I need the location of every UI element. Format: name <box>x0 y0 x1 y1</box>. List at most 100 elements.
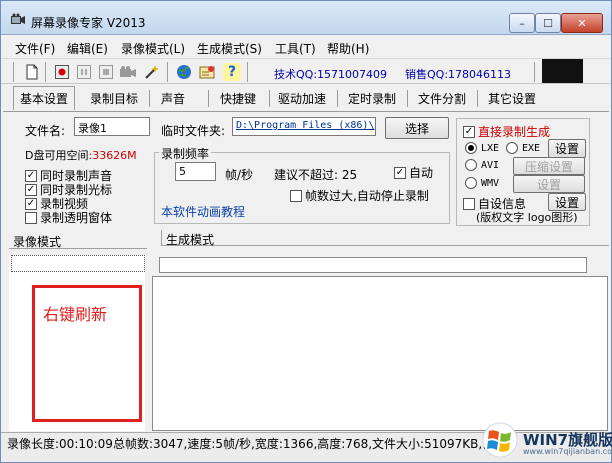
direct-record-label: 直接录制生成 <box>478 125 551 139</box>
checkbox-box: ✓ <box>394 166 406 179</box>
tab-timed-record[interactable]: 定时录制 <box>341 87 403 109</box>
format-avi-radio[interactable]: AVI <box>465 159 499 171</box>
wand-icon[interactable] <box>143 63 161 81</box>
stop-icon[interactable] <box>97 63 115 81</box>
format-lxe-label: LXE <box>481 142 500 154</box>
tab-strip: 基本设置 录制目标 声音 快捷键 驱动加速 定时录制 文件分割 其它设置 <box>1 86 611 111</box>
menu-tools[interactable]: 工具(T) <box>275 40 316 57</box>
toolbar-separator <box>45 62 46 82</box>
close-button[interactable]: ✕ <box>561 13 603 33</box>
generate-mode-title: 生成模式 <box>166 233 215 247</box>
format-avi-label: AVI <box>481 159 500 171</box>
tab-separator <box>149 90 150 107</box>
maximize-button[interactable]: ☐ <box>535 13 561 33</box>
window-title: 屏幕录像专家 V2013 <box>31 16 146 30</box>
menu-help[interactable]: 帮助(H) <box>327 40 369 57</box>
menu-edit[interactable]: 编辑(E) <box>67 40 108 57</box>
menu-file[interactable]: 文件(F) <box>15 40 55 57</box>
radio-circle <box>465 142 477 154</box>
tempdir-input[interactable]: D:\Program Files (x86)\ <box>232 117 376 136</box>
app-camera-icon <box>10 13 26 25</box>
record-mode-tree-header <box>11 255 145 272</box>
toolbar-separator <box>167 62 168 82</box>
tutorial-link[interactable]: 本软件动画教程 <box>161 203 245 220</box>
checkbox-box: ✓ <box>25 169 37 182</box>
record-transparent-checkbox[interactable]: 录制透明窗体 <box>25 209 112 226</box>
globe-icon[interactable] <box>175 63 193 81</box>
format-exe-radio[interactable]: EXE <box>506 142 540 154</box>
tab-separator <box>477 90 478 107</box>
sales-qq-label: 销售QQ:178046113 <box>405 68 512 81</box>
windows-logo-icon <box>481 421 519 462</box>
generate-mode-list[interactable] <box>152 276 608 431</box>
filename-input[interactable]: 录像1 <box>74 117 150 136</box>
copyright-note: (版权文字 logo图形) <box>476 211 578 224</box>
tab-file-split[interactable]: 文件分割 <box>411 87 473 109</box>
wmv-settings-button[interactable]: 设置 <box>513 175 585 193</box>
divider <box>9 248 147 249</box>
tab-separator <box>407 90 408 107</box>
disk-space-text: D盘可用空间 <box>25 149 89 162</box>
tab-separator <box>208 90 209 107</box>
new-file-icon[interactable] <box>23 63 41 81</box>
radio-dot <box>468 145 474 151</box>
fps-unit-label: 帧/秒 <box>225 168 254 182</box>
menu-record-mode[interactable]: 录像模式(L) <box>121 40 185 57</box>
radio-circle <box>465 159 477 171</box>
camera-icon[interactable] <box>119 63 137 81</box>
toolbar-separator <box>534 62 535 82</box>
format-wmv-radio[interactable]: WMV <box>465 177 499 189</box>
menu-generate-mode[interactable]: 生成模式(S) <box>197 40 262 57</box>
filename-label: 文件名: <box>25 124 66 138</box>
autostop-checkbox[interactable]: 帧数过大,自动停止录制 <box>290 187 429 204</box>
format-wmv-label: WMV <box>481 177 500 189</box>
lxe-settings-button[interactable]: 设置 <box>548 139 586 158</box>
fps-input[interactable]: 5 <box>175 162 216 181</box>
avi-compress-settings-button[interactable]: 压缩设置 <box>513 157 585 175</box>
checkbox-box <box>463 197 475 210</box>
tab-hotkeys[interactable]: 快捷键 <box>211 87 265 109</box>
disk-space-label: D盘可用空间:33626M <box>25 147 137 163</box>
toolbar-separator <box>13 62 14 82</box>
checkbox-box <box>25 211 37 224</box>
pause-icon[interactable] <box>75 63 93 81</box>
help-icon[interactable]: ? <box>223 63 241 81</box>
certificate-icon[interactable] <box>199 63 217 81</box>
disk-space-value: :33626M <box>88 149 137 162</box>
divider <box>161 245 609 246</box>
tab-sound[interactable]: 声音 <box>153 87 193 109</box>
tech-qq-label: 技术QQ:1571007409 <box>274 68 388 81</box>
record-icon[interactable] <box>53 63 71 81</box>
auto-fps-label: 自动 <box>409 166 434 180</box>
title-bar: 屏幕录像专家 V2013 – ☐ ✕ <box>1 1 611 35</box>
app-window: 屏幕录像专家 V2013 – ☐ ✕ 文件(F) 编辑(E) 录像模式(L) 生… <box>0 0 612 463</box>
preview-box <box>542 59 583 83</box>
tab-other-settings[interactable]: 其它设置 <box>481 87 543 109</box>
checkbox-box: ✓ <box>463 125 475 138</box>
radio-circle <box>506 142 518 154</box>
watermark-url: www.win7qijianban.com <box>523 447 612 456</box>
tab-separator <box>269 90 270 107</box>
tab-record-target[interactable]: 录制目标 <box>83 87 145 109</box>
tempdir-label: 临时文件夹: <box>161 124 226 138</box>
tab-driver-accel[interactable]: 驱动加速 <box>273 87 331 109</box>
watermark: WIN7旗舰版 www.win7qijianban.com <box>477 417 612 463</box>
tab-basic-settings[interactable]: 基本设置 <box>13 86 75 110</box>
tab-separator <box>337 90 338 107</box>
auto-fps-checkbox[interactable]: ✓ 自动 <box>394 164 433 181</box>
radio-circle <box>465 177 477 189</box>
format-lxe-radio[interactable]: LXE <box>465 142 499 154</box>
timeline-bar[interactable] <box>159 257 587 273</box>
toolbar-separator <box>247 62 248 82</box>
divider <box>161 230 162 246</box>
autostop-label: 帧数过大,自动停止录制 <box>305 189 429 203</box>
choose-folder-button[interactable]: 选择 <box>385 117 449 139</box>
suggest-label: 建议不超过: 25 <box>274 168 358 182</box>
menu-bar: 文件(F) 编辑(E) 录像模式(L) 生成模式(S) 工具(T) 帮助(H) <box>1 37 611 57</box>
status-text: 录像长度:00:10:09总帧数:3047,速度:5帧/秒,宽度:1366,高度… <box>7 437 495 451</box>
record-frequency-title: 录制频率 <box>159 145 212 162</box>
record-transparent-label: 录制透明窗体 <box>40 211 113 225</box>
minimize-button[interactable]: – <box>509 13 535 33</box>
direct-record-checkbox[interactable]: ✓ 直接录制生成 <box>463 123 550 140</box>
format-exe-label: EXE <box>522 142 541 154</box>
